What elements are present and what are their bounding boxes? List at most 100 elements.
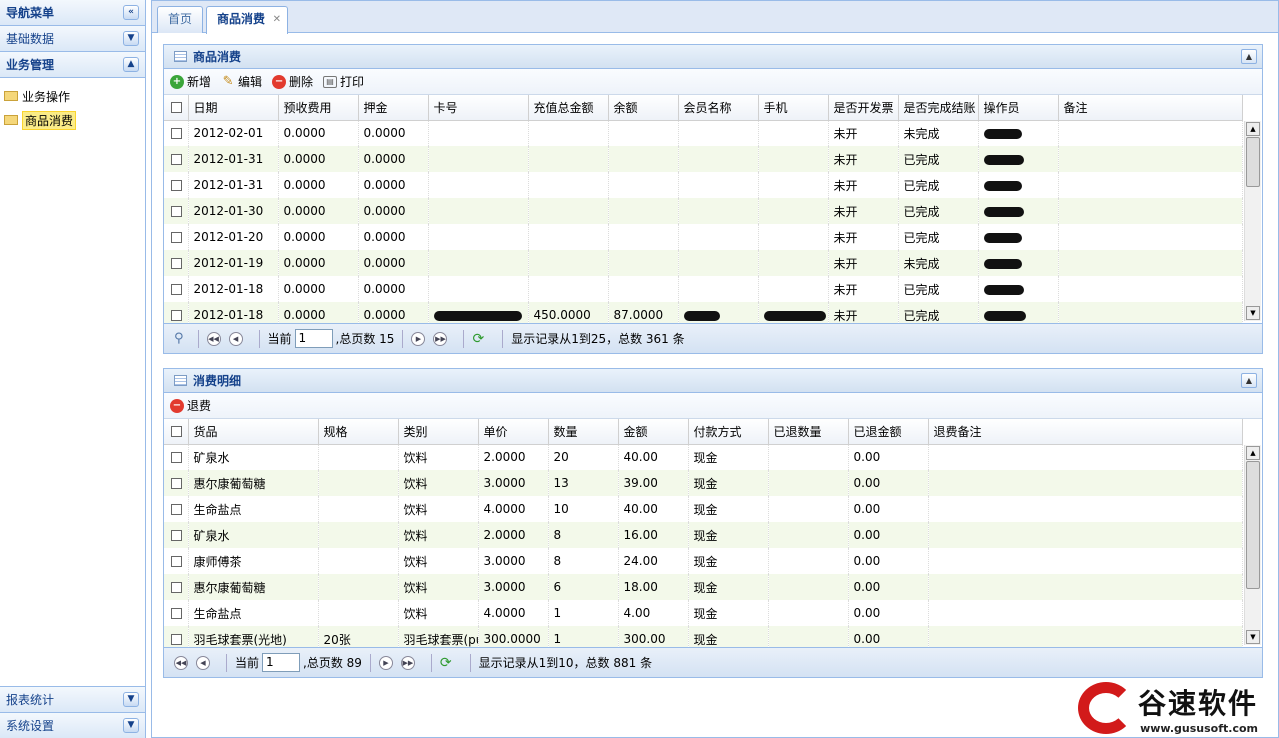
column-header[interactable]: 余额 [608, 95, 679, 121]
chevron-down-icon[interactable]: ▼ [123, 718, 139, 733]
section-basic-data[interactable]: 基础数据 ▼ [0, 26, 145, 52]
table-row[interactable]: 2012-01-19 0.0000 0.0000 未开 未完成 [164, 250, 1243, 276]
column-header[interactable]: 是否完成结账 [898, 95, 979, 121]
next-page-icon[interactable]: ▶ [378, 655, 393, 670]
row-checkbox[interactable] [164, 496, 189, 522]
tree-item-goods-consumption[interactable]: 商品消费 [4, 108, 141, 132]
tree-item-business-operation[interactable]: 业务操作 [4, 84, 141, 108]
column-header[interactable]: 操作员 [978, 95, 1059, 121]
prev-page-icon[interactable]: ◀ [228, 331, 243, 346]
column-header[interactable]: 付款方式 [688, 419, 769, 445]
table-row[interactable]: 2012-01-20 0.0000 0.0000 未开 已完成 [164, 224, 1243, 250]
row-checkbox[interactable] [164, 470, 189, 496]
edit-button[interactable]: ✎ 编辑 [221, 73, 262, 90]
column-header[interactable]: 预收费用 [278, 95, 359, 121]
row-checkbox[interactable] [164, 574, 189, 600]
prev-page-icon[interactable]: ◀ [196, 655, 210, 670]
scroll-down-icon[interactable]: ▼ [1246, 306, 1260, 320]
vertical-scrollbar[interactable]: ▲ ▼ [1244, 121, 1261, 321]
row-checkbox[interactable] [164, 302, 189, 323]
column-header[interactable]: 卡号 [428, 95, 529, 121]
row-checkbox[interactable] [164, 444, 189, 470]
chevron-down-icon[interactable]: ▼ [123, 31, 139, 46]
table-row[interactable]: 2012-01-31 0.0000 0.0000 未开 已完成 [164, 146, 1243, 172]
scroll-down-icon[interactable]: ▼ [1246, 630, 1260, 644]
table-cell [678, 224, 759, 250]
column-header[interactable]: 货品 [188, 419, 319, 445]
column-header[interactable]: 数量 [548, 419, 619, 445]
table-row[interactable]: 生命盐点 饮料 4.0000 10 40.00 现金 0.00 [164, 496, 1243, 522]
column-header[interactable]: 已退数量 [768, 419, 849, 445]
table-row[interactable]: 康师傅茶 饮料 3.0000 8 24.00 现金 0.00 [164, 548, 1243, 574]
first-page-icon[interactable]: ◀◀ [174, 655, 188, 670]
column-header[interactable]: 规格 [318, 419, 399, 445]
table-row[interactable]: 惠尔康葡萄糖 饮料 3.0000 13 39.00 现金 0.00 [164, 470, 1243, 496]
row-checkbox[interactable] [164, 626, 189, 647]
column-header[interactable]: 已退金额 [848, 419, 929, 445]
add-button[interactable]: + 新增 [170, 73, 211, 90]
scroll-thumb[interactable] [1246, 461, 1260, 589]
column-header[interactable]: 手机 [758, 95, 829, 121]
tab-home[interactable]: 首页 [157, 6, 204, 33]
delete-button[interactable]: − 删除 [272, 73, 313, 90]
refresh-icon[interactable]: ⟳ [440, 655, 452, 671]
first-page-icon[interactable]: ◀◀ [206, 331, 221, 346]
section-system-settings[interactable]: 系统设置 ▼ [0, 712, 145, 738]
table-cell: 300.0000 [478, 626, 549, 647]
column-header[interactable]: 会员名称 [678, 95, 759, 121]
table-row[interactable]: 2012-01-18 0.0000 0.0000 未开 已完成 [164, 276, 1243, 302]
column-header[interactable]: 类别 [398, 419, 479, 445]
scroll-up-icon[interactable]: ▲ [1246, 122, 1260, 136]
scroll-thumb[interactable] [1246, 137, 1260, 187]
row-checkbox[interactable] [164, 600, 189, 626]
page-number-input[interactable]: 1 [294, 329, 333, 348]
column-header[interactable]: 是否开发票 [828, 95, 899, 121]
next-page-icon[interactable]: ▶ [411, 331, 426, 346]
refresh-icon[interactable]: ⟳ [472, 331, 484, 347]
column-header[interactable]: 押金 [358, 95, 429, 121]
select-all-checkbox[interactable] [164, 419, 189, 445]
row-checkbox[interactable] [164, 224, 189, 250]
column-header[interactable]: 退费备注 [928, 419, 1243, 445]
row-checkbox[interactable] [164, 198, 189, 224]
column-header[interactable]: 金额 [618, 419, 689, 445]
row-checkbox[interactable] [164, 276, 189, 302]
table-row[interactable]: 羽毛球套票(光地) 20张 羽毛球套票(pu 300.0000 1 300.00 现金 0.0… [164, 626, 1243, 647]
row-checkbox[interactable] [164, 250, 189, 276]
table-row[interactable]: 生命盐点 饮料 4.0000 1 4.00 现金 0.00 [164, 600, 1243, 626]
last-page-icon[interactable]: ▶▶ [400, 655, 415, 670]
page-number-input[interactable]: 1 [262, 653, 301, 672]
table-row[interactable]: 2012-01-18 0.0000 0.0000 450.0000 87.0000 未开已… [164, 302, 1243, 323]
refund-button[interactable]: − 退费 [170, 397, 211, 414]
print-button[interactable]: ▤ 打印 [323, 73, 364, 90]
row-checkbox[interactable] [164, 522, 189, 548]
last-page-icon[interactable]: ▶▶ [433, 331, 448, 346]
table-row[interactable]: 2012-02-01 0.0000 0.0000 未开 未完成 [164, 120, 1243, 146]
collapse-up-icon[interactable]: ▲ [1241, 49, 1257, 64]
select-all-checkbox[interactable] [164, 95, 189, 121]
tab-goods-consumption[interactable]: 商品消费 ✕ [206, 6, 289, 34]
chevron-down-icon[interactable]: ▼ [123, 692, 139, 707]
column-header[interactable]: 日期 [188, 95, 279, 121]
vertical-scrollbar[interactable]: ▲ ▼ [1244, 445, 1261, 645]
table-row[interactable]: 矿泉水 饮料 2.0000 8 16.00 现金 0.00 [164, 522, 1243, 548]
search-icon[interactable]: ⚲ [174, 331, 184, 346]
row-checkbox[interactable] [164, 146, 189, 172]
column-header[interactable]: 单价 [478, 419, 549, 445]
row-checkbox[interactable] [164, 120, 189, 146]
section-business-management[interactable]: 业务管理 ▲ [0, 52, 145, 78]
table-row[interactable]: 矿泉水 饮料 2.0000 20 40.00 现金 0.00 [164, 444, 1243, 470]
close-icon[interactable]: ✕ [273, 7, 281, 32]
table-row[interactable]: 2012-01-30 0.0000 0.0000 未开 已完成 [164, 198, 1243, 224]
column-header[interactable]: 充值总金额 [528, 95, 609, 121]
table-row[interactable]: 惠尔康葡萄糖 饮料 3.0000 6 18.00 现金 0.00 [164, 574, 1243, 600]
row-checkbox[interactable] [164, 172, 189, 198]
double-chevron-left-icon[interactable]: « [123, 5, 139, 20]
collapse-up-icon[interactable]: ▲ [1241, 373, 1257, 388]
chevron-up-icon[interactable]: ▲ [123, 57, 139, 72]
column-header[interactable]: 备注 [1058, 95, 1243, 121]
scroll-up-icon[interactable]: ▲ [1246, 446, 1260, 460]
table-row[interactable]: 2012-01-31 0.0000 0.0000 未开 已完成 [164, 172, 1243, 198]
row-checkbox[interactable] [164, 548, 189, 574]
section-reports[interactable]: 报表统计 ▼ [0, 686, 145, 712]
